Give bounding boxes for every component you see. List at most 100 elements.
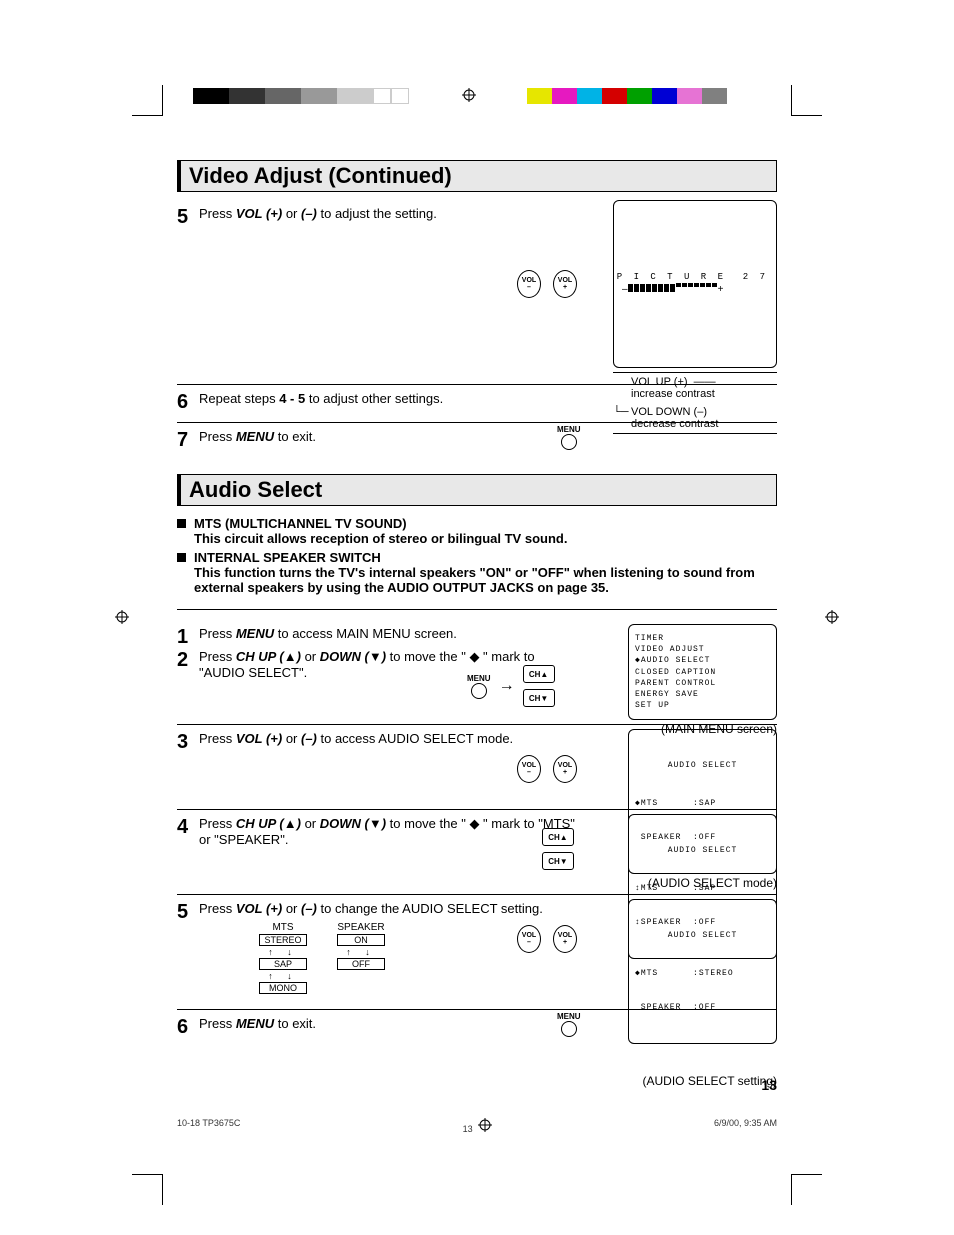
step-number: 6	[177, 1016, 199, 1039]
step-text: to exit.	[274, 429, 316, 444]
updown-arrows-icon: ↑ ↓	[268, 947, 298, 957]
audio-setting-screen-diagram: AUDIO SELECT ◆MTS :STEREO SPEAKER :OFF (…	[628, 899, 777, 1088]
step-text: to adjust the setting.	[317, 206, 437, 221]
speaker-header: SPEAKER	[337, 922, 384, 933]
step-text: Press	[199, 206, 236, 221]
crop-mark-icon	[132, 1174, 163, 1205]
ch-up-label: CH UP (▲)	[236, 649, 301, 664]
step-text: to adjust other settings.	[305, 391, 443, 406]
menu-btn-label: MENU	[557, 425, 581, 434]
option-on: ON	[337, 934, 385, 946]
section-title-video-adjust: Video Adjust (Continued)	[177, 160, 777, 192]
step-text: to move the "	[386, 649, 469, 664]
audio-intro: MTS (MULTICHANNEL TV SOUND) This circuit…	[177, 516, 777, 610]
step-audio-1-2: 1 Press MENU to access MAIN MENU screen.…	[177, 620, 777, 725]
step-number: 7	[177, 429, 199, 452]
vol-up-button-icon: VOL +	[553, 270, 577, 298]
crop-mark-icon	[132, 85, 163, 116]
registration-target-icon	[478, 1118, 492, 1132]
picture-value: 2 7	[743, 272, 768, 282]
vol-minus-label: (–)	[301, 901, 317, 916]
screen-line: ◆MTS :SAP	[635, 798, 770, 809]
mts-title: MTS (MULTICHANNEL TV SOUND)	[194, 516, 777, 531]
picture-label: P I C T U R E	[617, 272, 726, 282]
option-off: OFF	[337, 958, 385, 970]
page-content: Video Adjust (Continued) 5 Press VOL (+)…	[177, 160, 777, 1047]
menu-item: SET UP	[635, 700, 770, 711]
registration-target-icon	[115, 610, 129, 629]
vol-up-button-icon: VOL +	[553, 925, 577, 953]
screen-title: AUDIO SELECT	[635, 845, 770, 856]
step-text: Press	[199, 901, 236, 916]
menu-item-selected: ◆AUDIO SELECT	[635, 655, 770, 666]
option-mono: MONO	[259, 982, 307, 994]
ch-down-button-icon: CH▼	[542, 852, 574, 870]
footer-page: 13	[463, 1124, 473, 1134]
vol-buttons-diagram: VOL – VOL +	[517, 270, 577, 298]
ch-down-button-icon: CH▼	[523, 689, 555, 707]
menu-button-icon: MENU	[557, 1012, 581, 1037]
updown-arrows-icon: ↑ ↓	[268, 971, 298, 981]
step-text: Press	[199, 1016, 236, 1031]
screen-title: AUDIO SELECT	[635, 930, 770, 941]
ch-up-button-icon: CH▲	[542, 828, 574, 846]
vol-up-button-icon: VOL +	[553, 755, 577, 783]
registration-target-icon	[462, 88, 476, 107]
step-text: or	[301, 649, 320, 664]
vol-down-button-icon: VOL –	[517, 755, 541, 783]
step-text: Press	[199, 626, 236, 641]
bullet-icon	[177, 519, 186, 528]
vol-down-button-icon: VOL –	[517, 270, 541, 298]
menu-item: ENERGY SAVE	[635, 689, 770, 700]
step-text: or	[282, 731, 301, 746]
step-number: 4	[177, 816, 199, 839]
menu-button-icon: MENU	[467, 674, 491, 699]
crop-mark-icon	[791, 85, 822, 116]
step-text: to change the AUDIO SELECT setting.	[317, 901, 543, 916]
step-text: to access AUDIO SELECT mode.	[317, 731, 513, 746]
screen-title: AUDIO SELECT	[635, 760, 770, 771]
step-number: 3	[177, 731, 199, 754]
step-text: Press	[199, 429, 236, 444]
option-stereo: STEREO	[259, 934, 307, 946]
step-audio-4: 4 Press CH UP (▲) or DOWN (▼) to move th…	[177, 810, 777, 895]
step-number: 2	[177, 649, 199, 680]
arrow-right-icon: →	[499, 677, 515, 695]
pointer-mark-icon: ◆	[469, 649, 479, 664]
updown-arrows-icon: ↑ ↓	[346, 947, 376, 957]
vol-minus-label: (–)	[301, 206, 317, 221]
mts-desc: This circuit allows reception of stereo …	[194, 531, 777, 546]
step-text: to exit.	[274, 1016, 316, 1031]
menu-item: CLOSED CAPTION	[635, 667, 770, 678]
tv-screen-mock: P I C T U R E 2 7 –+	[613, 200, 777, 368]
menu-item: PARENT CONTROL	[635, 678, 770, 689]
step-text: or	[301, 816, 320, 831]
color-bar	[527, 88, 727, 109]
step-text: to access MAIN MENU screen.	[274, 626, 457, 641]
main-menu-screen-diagram: TIMER VIDEO ADJUST ◆AUDIO SELECT CLOSED …	[628, 624, 777, 736]
pointer-mark-icon: ◆	[469, 816, 479, 831]
grayscale-bar	[193, 88, 409, 109]
screen-line: ◆MTS :STEREO	[635, 968, 770, 979]
step-number: 6	[177, 391, 199, 414]
step-number: 5	[177, 206, 199, 229]
option-sap: SAP	[259, 958, 307, 970]
ch-down-label: DOWN (▼)	[320, 649, 386, 664]
bullet-icon	[177, 553, 186, 562]
step-range: 4 - 5	[279, 391, 305, 406]
step-video-7: 7 Press MENU to exit. MENU	[177, 423, 777, 460]
section-title-audio-select: Audio Select	[177, 474, 777, 506]
menu-item: VIDEO ADJUST	[635, 644, 770, 655]
printer-marks-bottom	[0, 1174, 954, 1224]
step-audio-3: 3 Press VOL (+) or (–) to access AUDIO S…	[177, 725, 777, 810]
screen-caption: (AUDIO SELECT setting)	[628, 1074, 777, 1088]
menu-item: TIMER	[635, 633, 770, 644]
step-text: to move the "	[386, 816, 469, 831]
registration-target-icon	[825, 610, 839, 629]
step-number: 5	[177, 901, 199, 924]
ch-down-label: DOWN (▼)	[320, 816, 386, 831]
footer-info: 10-18 TP3675C 13 6/9/00, 9:35 AM	[177, 1118, 777, 1134]
vol-minus-label: (–)	[301, 731, 317, 746]
step-text: Press	[199, 816, 236, 831]
crop-mark-icon	[791, 1174, 822, 1205]
